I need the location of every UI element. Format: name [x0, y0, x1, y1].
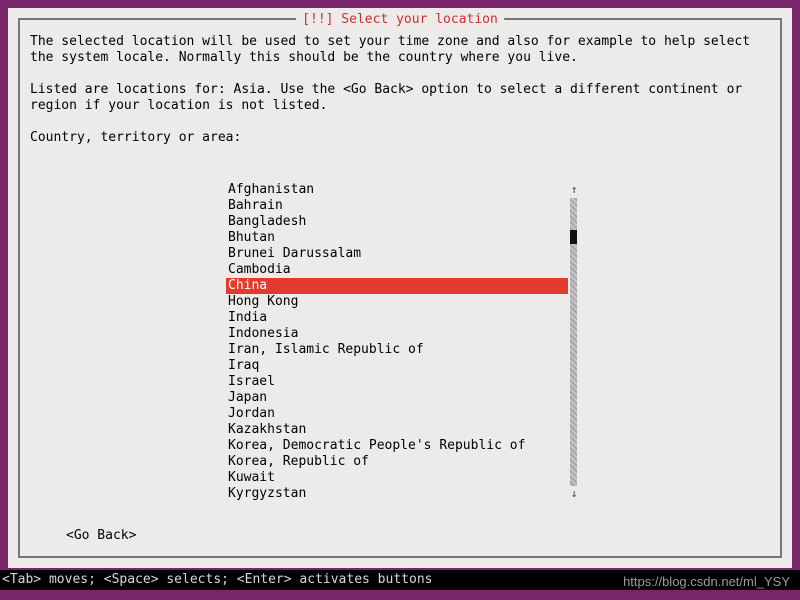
list-item[interactable]: Bangladesh — [226, 214, 568, 230]
dialog-content: The selected location will be used to se… — [30, 34, 770, 546]
list-item[interactable]: Hong Kong — [226, 294, 568, 310]
installer-dialog: [!!] Select your location The selected l… — [8, 8, 792, 568]
list-item[interactable]: Bahrain — [226, 198, 568, 214]
help-paragraph-1: The selected location will be used to se… — [30, 34, 770, 66]
list-item[interactable]: Iran, Islamic Republic of — [226, 342, 568, 358]
list-item[interactable]: Kuwait — [226, 470, 568, 486]
list-item[interactable]: Korea, Democratic People's Republic of — [226, 438, 568, 454]
dialog-border: [!!] Select your location The selected l… — [18, 18, 782, 558]
scrollbar-track[interactable] — [570, 198, 577, 486]
location-list[interactable]: AfghanistanBahrainBangladeshBhutanBrunei… — [226, 182, 568, 502]
list-item[interactable]: Cambodia — [226, 262, 568, 278]
list-item[interactable]: Kazakhstan — [226, 422, 568, 438]
list-item[interactable]: Kyrgyzstan — [226, 486, 568, 502]
list-item[interactable]: Korea, Republic of — [226, 454, 568, 470]
list-item[interactable]: Jordan — [226, 406, 568, 422]
watermark: https://blog.csdn.net/ml_YSY — [623, 574, 790, 590]
list-item[interactable]: Indonesia — [226, 326, 568, 342]
scroll-down-icon[interactable]: ↓ — [568, 486, 580, 502]
scrollbar-thumb[interactable] — [570, 230, 577, 244]
list-prompt: Country, territory or area: — [30, 130, 770, 146]
scrollbar[interactable]: ↑ ↓ — [568, 182, 580, 502]
help-paragraph-2: Listed are locations for: Asia. Use the … — [30, 82, 770, 114]
list-item[interactable]: India — [226, 310, 568, 326]
list-item[interactable]: Israel — [226, 374, 568, 390]
scroll-up-icon[interactable]: ↑ — [568, 182, 580, 198]
dialog-title: [!!] Select your location — [296, 12, 504, 28]
list-item[interactable]: China — [226, 278, 568, 294]
list-item[interactable]: Bhutan — [226, 230, 568, 246]
list-item[interactable]: Afghanistan — [226, 182, 568, 198]
go-back-button[interactable]: <Go Back> — [66, 528, 136, 544]
list-item[interactable]: Brunei Darussalam — [226, 246, 568, 262]
list-item[interactable]: Iraq — [226, 358, 568, 374]
list-item[interactable]: Japan — [226, 390, 568, 406]
